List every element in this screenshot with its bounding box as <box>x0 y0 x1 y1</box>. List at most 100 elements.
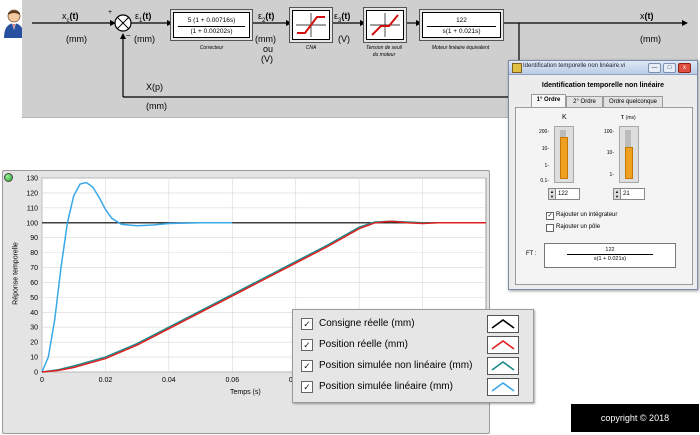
legend-item-simulee-lineaire[interactable]: ✓ Position simulée linéaire (mm) <box>301 378 525 396</box>
gauge-k-tick: 0.1- <box>540 178 549 184</box>
gauge-tau-label: τ (ms) <box>621 114 636 121</box>
gauge-k[interactable] <box>554 126 574 183</box>
gauge-k-fill <box>560 137 568 179</box>
motor-denominator: s(1 + 0.021s) <box>442 28 481 35</box>
gauge-k-tick: 10- <box>541 146 549 152</box>
first-order-tab-panel: K 200- 10- 1- 0.1- ▲ ▼ 122 τ (ms) 100- 10… <box>515 107 693 285</box>
legend-item-position-reelle[interactable]: ✓ Position réelle (mm) <box>301 336 525 354</box>
output-signal-label: x(t) <box>640 11 654 21</box>
corrector-denominator: (1 + 0.00202s) <box>190 28 233 35</box>
gauge-tau[interactable] <box>619 126 639 183</box>
tau-spinner-icon[interactable]: ▲ ▼ <box>614 189 621 199</box>
legend-checkbox[interactable]: ✓ <box>301 318 313 330</box>
x-tick-label: 0 <box>40 377 44 384</box>
y-tick-label: 40 <box>30 310 38 317</box>
copyright-notice: copyright © 2018 <box>571 404 699 432</box>
gauge-tau-tick: 100- <box>603 129 614 135</box>
gauge-k-tick: 1- <box>544 163 549 169</box>
x-axis-label: Temps (s) <box>230 389 261 396</box>
legend-label: Position simulée non linéaire (mm) <box>319 360 473 371</box>
legend-swatch-black[interactable] <box>487 315 519 333</box>
corrector-block[interactable]: 5 (1 + 0.00716s) (1 + 0.00202s) <box>173 12 250 38</box>
corrector-caption: Correcteur <box>199 45 224 51</box>
gauge-k-tick: 200- <box>538 129 549 135</box>
ft-denominator: s(1 + 0.021s) <box>593 256 627 262</box>
y-tick-label: 30 <box>30 325 38 332</box>
xc-signal-label: xc(t) <box>62 11 79 24</box>
y-tick-label: 100 <box>26 220 38 227</box>
legend-swatch-blue[interactable] <box>487 378 519 396</box>
legend-label: Position réelle (mm) <box>319 339 408 350</box>
legend-label: Consigne réelle (mm) <box>319 318 415 329</box>
integrator-checkbox-label: Rajouter un intégrateur <box>556 212 618 218</box>
y-tick-label: 50 <box>30 295 38 302</box>
feedback-label: X(p) <box>146 82 164 92</box>
y-tick-label: 80 <box>30 250 38 257</box>
eps1-unit: (mm) <box>134 34 155 44</box>
legend-checkbox[interactable]: ✓ <box>301 360 313 372</box>
eps2-unit: (mm) <box>255 34 276 44</box>
y-tick-label: 90 <box>30 235 38 242</box>
close-button[interactable]: x <box>678 63 691 73</box>
legend-swatch-teal[interactable] <box>487 357 519 375</box>
y-axis-label: Réponse temporelle <box>12 242 20 305</box>
corrector-numerator: 5 (1 + 0.00716s) <box>187 17 236 24</box>
eps1-signal-label: ε1(t) <box>135 11 152 24</box>
x-tick-label: 0.02 <box>99 377 113 384</box>
maximize-button[interactable]: □ <box>663 63 676 73</box>
seuil-caption-line2: du moteur <box>372 52 396 58</box>
legend-checkbox[interactable]: ✓ <box>301 339 313 351</box>
cna-caption: CNA <box>305 45 317 51</box>
k-spinner-icon[interactable]: ▲ ▼ <box>549 189 556 199</box>
window-title: Identification temporelle non linéaire.v… <box>523 63 626 69</box>
seuil-caption-line1: Tension de seuil <box>366 45 402 51</box>
window-titlebar[interactable]: Identification temporelle non linéaire.v… <box>509 61 697 75</box>
transfer-function-display: 122 s(1 + 0.021s) <box>544 243 676 268</box>
xc-unit: (mm) <box>66 34 87 44</box>
labview-vi-icon <box>512 63 522 73</box>
legend-swatch-red[interactable] <box>487 336 519 354</box>
cna-block[interactable] <box>292 10 330 40</box>
motor-block[interactable]: 122 s(1 + 0.021s) <box>422 12 501 38</box>
gauge-k-label: K <box>562 114 567 121</box>
gauge-tau-fill <box>625 147 633 179</box>
eps2-ou: ou <box>263 44 274 54</box>
eps3-signal-label: ε3(t) <box>334 11 351 24</box>
motor-numerator: 122 <box>456 17 467 24</box>
x-tick-label: 0.06 <box>225 377 239 384</box>
tab-first-order[interactable]: 1° Ordre <box>531 94 566 108</box>
sum-minus-sign: − <box>126 31 131 40</box>
y-tick-label: 0 <box>34 370 38 377</box>
y-tick-label: 70 <box>30 265 38 272</box>
tau-value-input[interactable]: ▲ ▼ 21 <box>613 188 645 200</box>
eps3-unit: (V) <box>338 34 350 44</box>
feedback-unit: (mm) <box>146 101 167 111</box>
plot-legend: ✓ Consigne réelle (mm) ✓ Position réelle… <box>292 309 534 403</box>
y-tick-label: 60 <box>30 280 38 287</box>
legend-item-simulee-non-lineaire[interactable]: ✓ Position simulée non linéaire (mm) <box>301 357 525 375</box>
dead-zone-block[interactable] <box>366 10 404 40</box>
motor-caption: Moteur linéaire équivalent <box>431 45 490 51</box>
pole-checkbox[interactable] <box>546 224 554 232</box>
y-tick-label: 20 <box>30 340 38 347</box>
gauge-tau-tick: 1- <box>609 172 614 178</box>
legend-item-consigne[interactable]: ✓ Consigne réelle (mm) <box>301 315 525 333</box>
y-tick-label: 120 <box>26 190 38 197</box>
window-heading: Identification temporelle non linéaire <box>541 82 665 89</box>
legend-checkbox[interactable]: ✓ <box>301 381 313 393</box>
sum-plus-sign: + <box>108 9 113 16</box>
dead-zone-icon <box>370 13 400 37</box>
output-unit: (mm) <box>640 34 661 44</box>
saturation-icon <box>296 13 326 37</box>
ft-numerator: 122 <box>605 247 615 253</box>
gauge-tau-tick: 10- <box>606 150 614 156</box>
identification-window[interactable]: Identification temporelle non linéaire.v… <box>508 60 698 290</box>
pole-checkbox-label: Rajouter un pôle <box>556 224 601 230</box>
ft-label: FT : <box>526 251 537 257</box>
legend-label: Position simulée linéaire (mm) <box>319 381 453 392</box>
y-tick-label: 110 <box>27 205 38 212</box>
minimize-button[interactable]: — <box>648 63 661 73</box>
integrator-checkbox[interactable]: ✓ <box>546 212 554 220</box>
eps2-unit-alt: (V) <box>261 54 273 64</box>
k-value-input[interactable]: ▲ ▼ 122 <box>548 188 580 200</box>
